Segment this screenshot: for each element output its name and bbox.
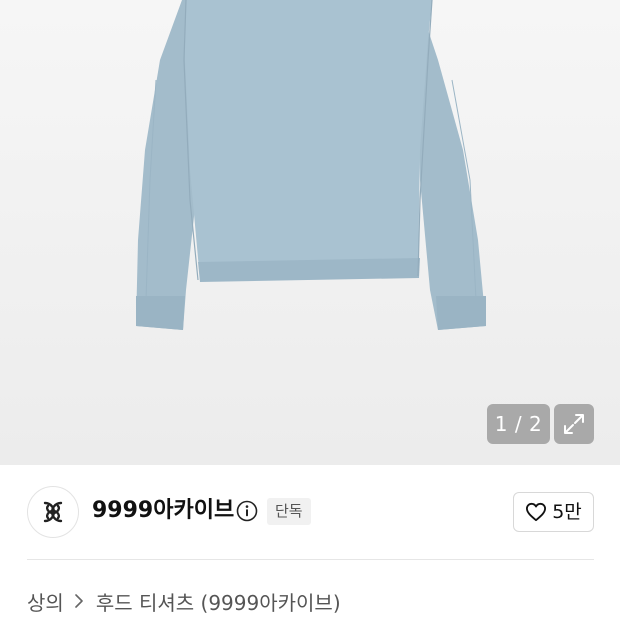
expand-icon <box>564 414 584 434</box>
brand-logo[interactable] <box>27 486 79 538</box>
product-image <box>136 0 486 330</box>
divider <box>27 559 594 560</box>
image-counter: 1 / 2 <box>487 404 550 444</box>
brand-logo-icon <box>43 501 63 523</box>
chevron-right-icon <box>74 594 84 608</box>
breadcrumb-product[interactable]: 후드 티셔츠 (9999아카이브) <box>96 587 341 616</box>
heart-icon <box>526 502 547 522</box>
exclusive-badge: 단독 <box>267 498 311 525</box>
product-image-gallery[interactable]: 1 / 2 <box>0 0 620 465</box>
breadcrumb: 상의 후드 티셔츠 (9999아카이브) <box>27 586 341 616</box>
image-counter-text: 1 / 2 <box>494 412 543 436</box>
brand-row: 9999아카이브 단독 5만 <box>0 465 620 560</box>
like-count: 5만 <box>552 501 582 523</box>
info-icon[interactable] <box>236 500 258 522</box>
brand-name[interactable]: 9999아카이브 <box>92 496 234 526</box>
expand-button[interactable] <box>554 404 594 444</box>
breadcrumb-category[interactable]: 상의 <box>27 587 64 616</box>
like-button[interactable]: 5만 <box>513 492 594 532</box>
